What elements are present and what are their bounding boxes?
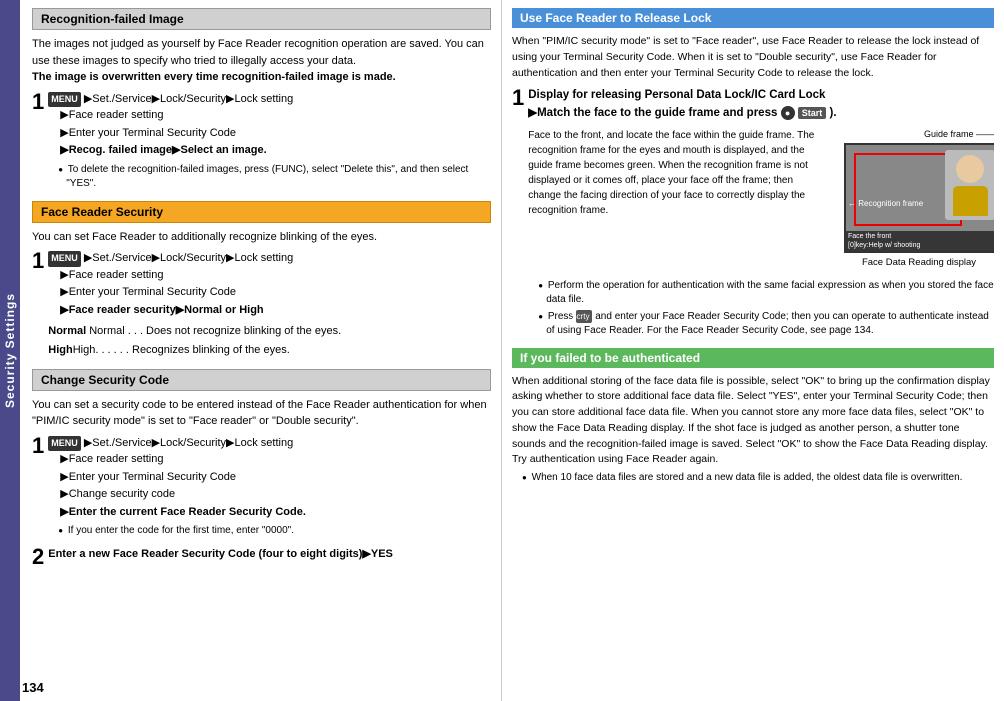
face-image-area: Face to the front, and locate the face w…: [528, 128, 994, 271]
step1-recog-item3: ▶Recog. failed image▶Select an image.: [48, 142, 491, 160]
face-reader-security-body: You can set Face Reader to additionally …: [32, 229, 491, 359]
step1-csc: 1 MENU ▶Set./Service▶Lock/Security▶Lock …: [32, 435, 491, 539]
use-face-reader-body: When "PIM/IC security mode" is set to "F…: [512, 34, 994, 338]
page-number: 134: [22, 680, 44, 695]
step2-csc: 2 Enter a new Face Reader Security Code …: [32, 546, 491, 568]
face-description: Face to the front, and locate the face w…: [528, 128, 834, 271]
use-face-reader-header: Use Face Reader to Release Lock: [512, 8, 994, 28]
face-reader-security-header: Face Reader Security: [32, 201, 491, 223]
step1-frs-path-text: ▶Set./Service▶Lock/Security▶Lock setting: [84, 252, 293, 264]
change-security-body: You can set a security code to be entere…: [32, 397, 491, 569]
right-column: Use Face Reader to Release Lock When "PI…: [502, 0, 1004, 701]
recognition-failed-header: Recognition-failed Image: [32, 8, 491, 30]
step1-csc-path-text: ▶Set./Service▶Lock/Security▶Lock setting: [84, 437, 293, 449]
sidebar: Security Settings: [0, 0, 20, 701]
step1-csc-item4: ▶Enter the current Face Reader Security …: [48, 504, 306, 522]
face-image-block: Guide frame ——: [834, 128, 994, 271]
step1-csc-item1: ▶Face reader setting: [48, 451, 306, 469]
frs-desc: You can set Face Reader to additionally …: [32, 229, 491, 246]
left-column: Security Settings Recognition-failed Ima…: [0, 0, 502, 701]
step-num-1r: 1: [512, 87, 524, 337]
recog-frame-label: ← Recognition frame: [848, 198, 923, 210]
frame-overlay: Face the front [0]key:Help w/ shooting: [846, 231, 994, 251]
note2-ufr: Press Scrty and enter your Face Reader S…: [536, 310, 994, 338]
failed-auth-note1: When 10 face data files are stored and a…: [520, 471, 994, 485]
failed-auth-body: When additional storing of the face data…: [512, 374, 994, 486]
recog-desc: The images not judged as yourself by Fac…: [32, 36, 491, 69]
start-label: Start: [798, 107, 827, 119]
step-num-1b: 1: [32, 250, 44, 358]
step1-csc-item2: ▶Enter your Terminal Security Code: [48, 469, 306, 487]
normal-desc: Normal Normal . . . Does not recognize b…: [48, 323, 341, 340]
step1-ufr-text3: ).: [830, 107, 837, 119]
step1-ufr-text1: Display for releasing Personal Data Lock…: [528, 87, 994, 104]
change-security-header: Change Security Code: [32, 369, 491, 391]
menu-key-1c: MENU: [48, 436, 81, 452]
csc-desc: You can set a security code to be entere…: [32, 397, 491, 430]
step-num-1c: 1: [32, 435, 44, 539]
step1-recog-content: MENU ▶Set./Service▶Lock/Security▶Lock se…: [48, 91, 491, 191]
step2-csc-content: Enter a new Face Reader Security Code (f…: [48, 546, 393, 563]
start-button-icon: ●: [781, 106, 795, 120]
step1-frs-path: MENU ▶Set./Service▶Lock/Security▶Lock se…: [48, 250, 341, 267]
step1-ufr-text2: ▶Match the face to the guide frame and p…: [528, 105, 994, 122]
step1-csc-item3: ▶Change security code: [48, 486, 306, 504]
step-num-2c: 2: [32, 546, 44, 568]
face-body: [953, 186, 988, 216]
guide-frame-image: ← Recognition frame Face the front [0]ke…: [844, 143, 994, 253]
high-desc: HighHigh. . . . . . Recognizes blinking …: [48, 342, 341, 359]
menu-key-1a: MENU: [48, 92, 81, 108]
step1-recog-item2: ▶Enter your Terminal Security Code: [48, 125, 491, 143]
frame-labels: Guide frame ——: [844, 128, 994, 142]
step1-frs: 1 MENU ▶Set./Service▶Lock/Security▶Lock …: [32, 250, 491, 358]
step1-ufr: 1 Display for releasing Personal Data Lo…: [512, 87, 994, 337]
scrty-icon: Scrty: [576, 310, 592, 323]
recognition-failed-body: The images not judged as yourself by Fac…: [32, 36, 491, 191]
step1-frs-item2: ▶Enter your Terminal Security Code: [48, 284, 341, 302]
step1-frs-item3: ▶Face reader security▶Normal or High: [48, 302, 341, 320]
image-caption: Face Data Reading display: [844, 256, 994, 270]
step1-csc-note: If you enter the code for the first time…: [56, 524, 306, 538]
step1-recog-note: To delete the recognition-failed images,…: [56, 163, 491, 191]
recog-bold: The image is overwritten every time reco…: [32, 71, 396, 83]
failed-auth-desc: When additional storing of the face data…: [512, 374, 994, 469]
face-head: [956, 155, 984, 183]
step1-recog-path-text: ▶Set./Service▶Lock/Security▶Lock setting: [84, 93, 293, 105]
left-main-content: Recognition-failed Image The images not …: [32, 8, 491, 568]
step1-recog-item1: ▶Face reader setting: [48, 107, 491, 125]
menu-key-1b: MENU: [48, 251, 81, 267]
step1-csc-path: MENU ▶Set./Service▶Lock/Security▶Lock se…: [48, 435, 306, 452]
step1-recog: 1 MENU ▶Set./Service▶Lock/Security▶Lock …: [32, 91, 491, 191]
failed-auth-header: If you failed to be authenticated: [512, 348, 994, 368]
use-face-reader-desc: When "PIM/IC security mode" is set to "F…: [512, 34, 994, 81]
step1-ufr-content: Display for releasing Personal Data Lock…: [528, 87, 994, 337]
step1-csc-content: MENU ▶Set./Service▶Lock/Security▶Lock se…: [48, 435, 306, 539]
step1-frs-content: MENU ▶Set./Service▶Lock/Security▶Lock se…: [48, 250, 341, 358]
step1-frs-item1: ▶Face reader setting: [48, 267, 341, 285]
step-num-1a: 1: [32, 91, 44, 191]
sidebar-label: Security Settings: [3, 293, 17, 408]
face-placeholder: [945, 150, 994, 220]
step2-csc-text: Enter a new Face Reader Security Code (f…: [48, 548, 393, 560]
page-container: Security Settings Recognition-failed Ima…: [0, 0, 1004, 701]
guide-label: Guide frame ——: [844, 128, 994, 142]
note1-ufr: Perform the operation for authentication…: [536, 279, 994, 307]
step1-recog-path: MENU ▶Set./Service▶Lock/Security▶Lock se…: [48, 91, 491, 108]
